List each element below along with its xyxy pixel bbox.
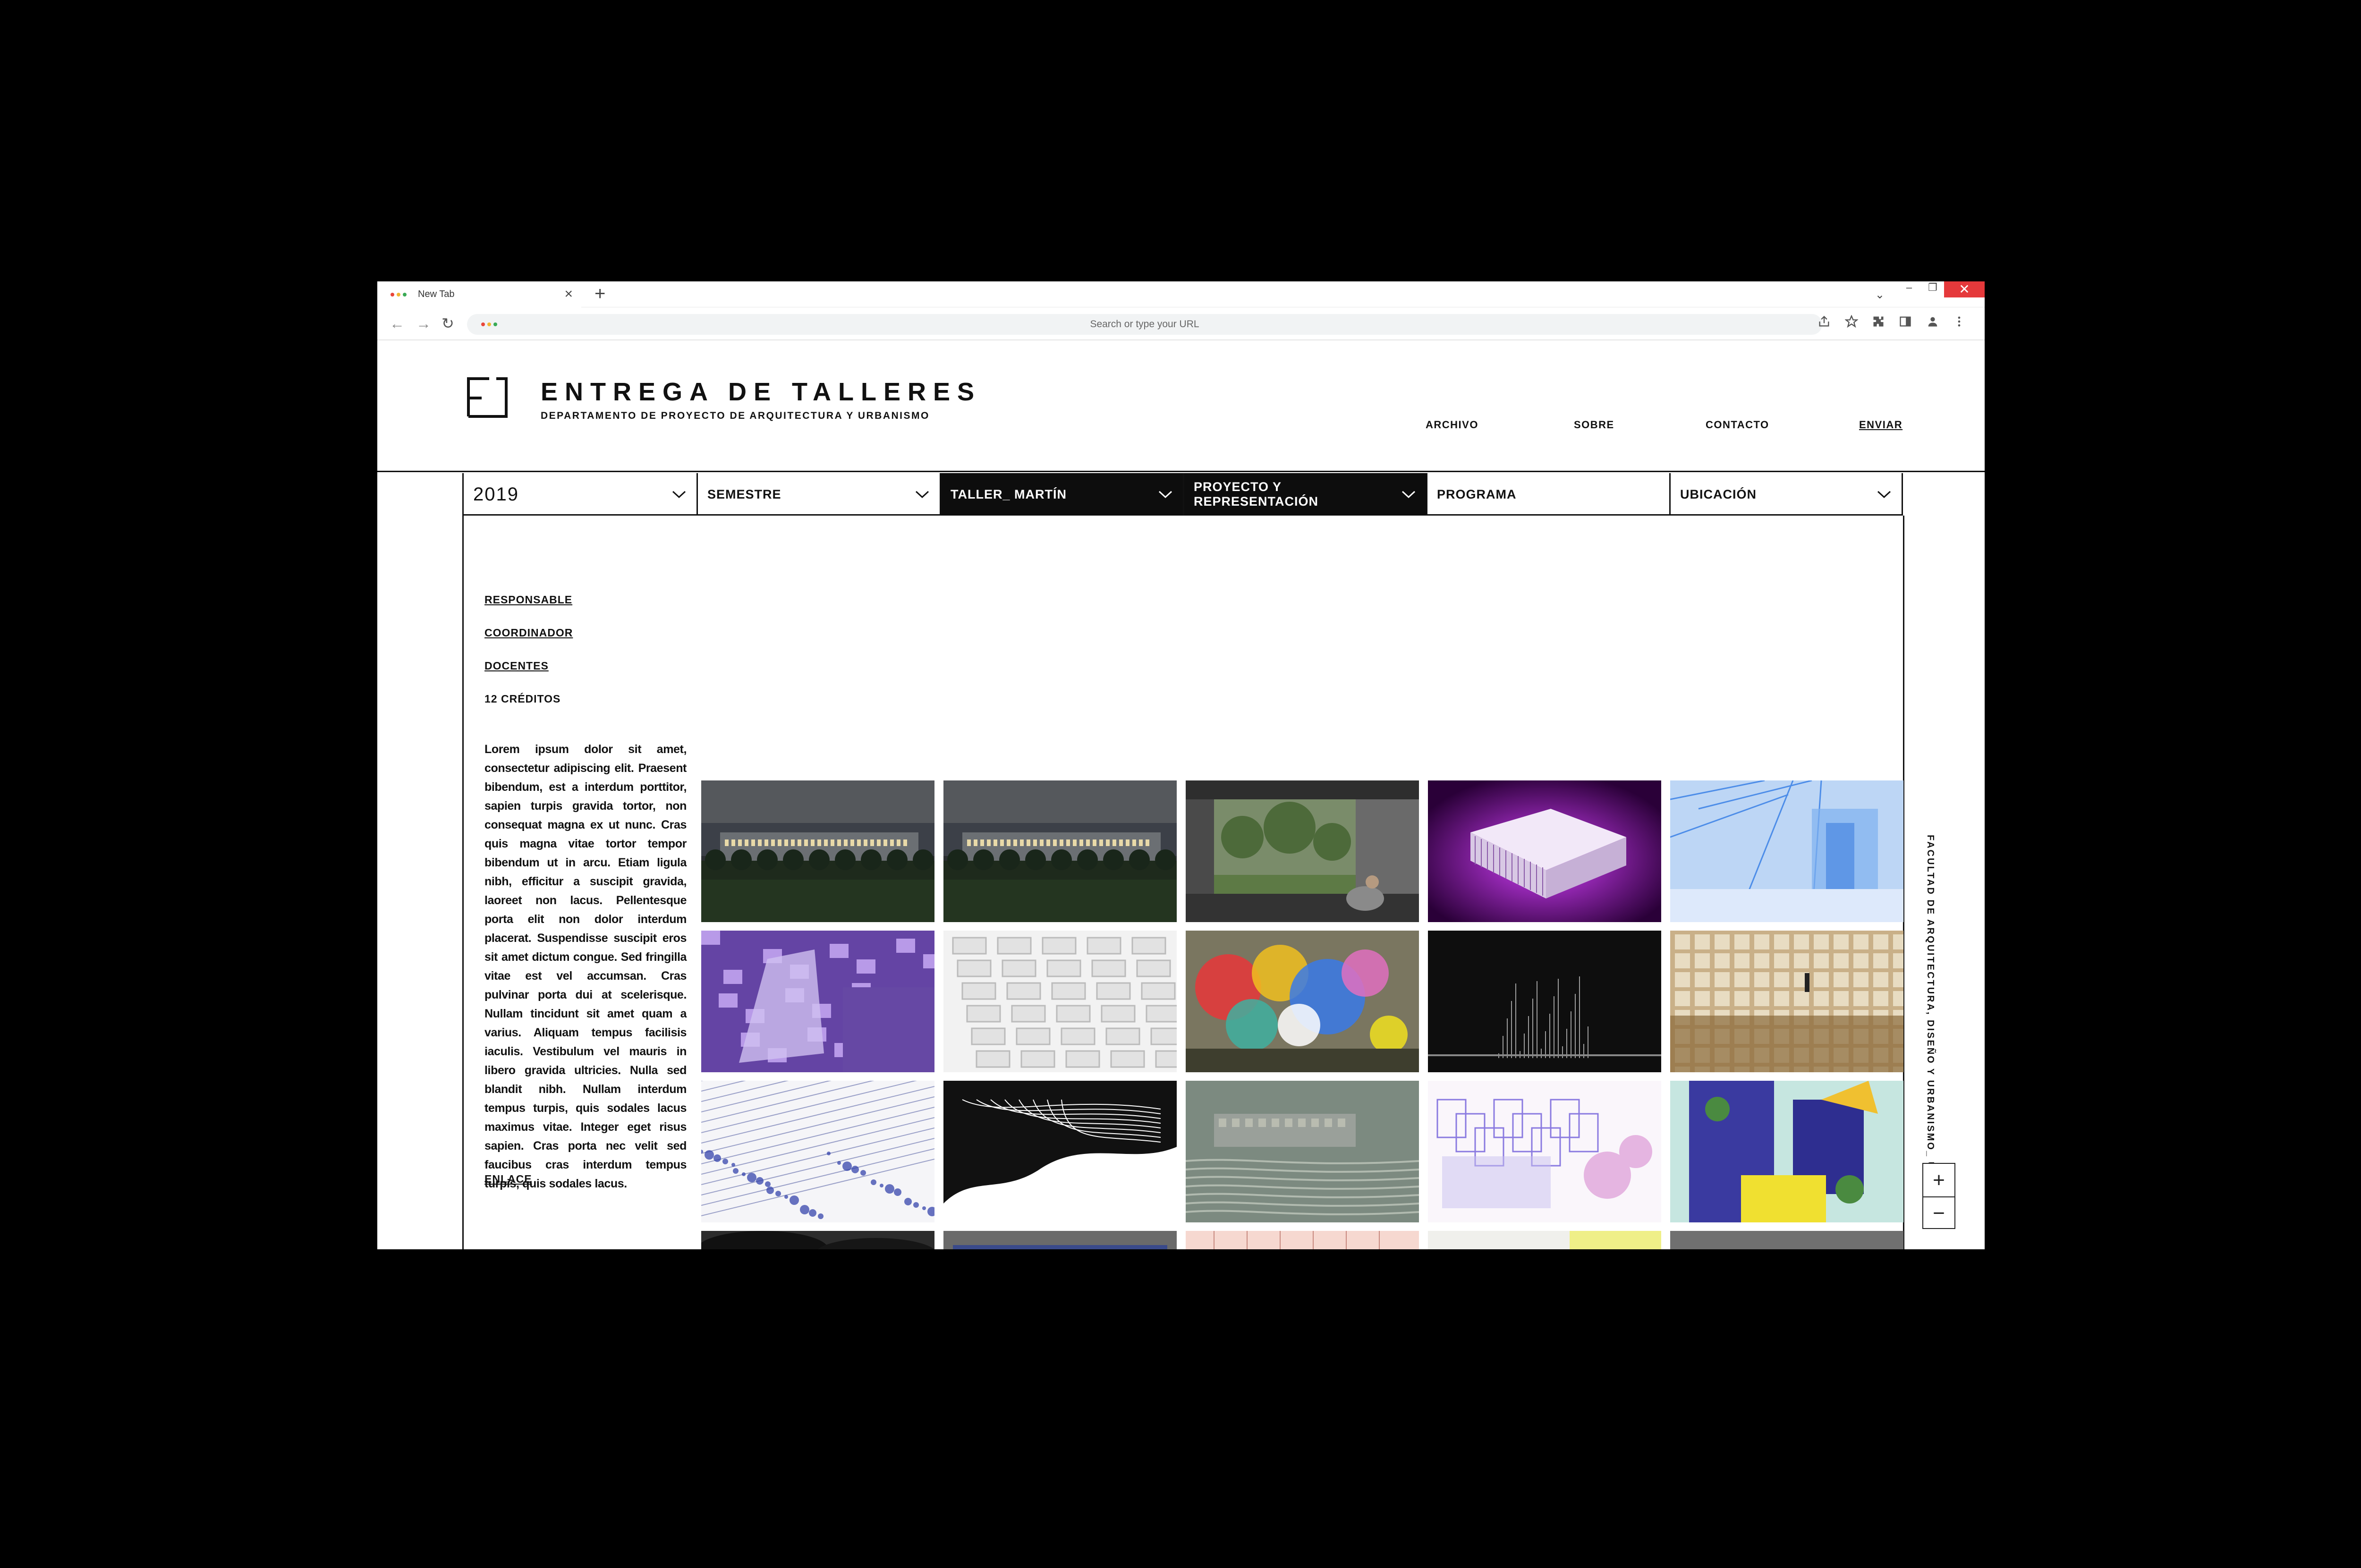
sidebar-icon[interactable]	[1899, 315, 1912, 333]
nav-enviar[interactable]: ENVIAR	[1859, 419, 1902, 431]
project-thumbnail-night-render[interactable]	[943, 780, 1177, 922]
filter-taller-value: TALLER_ MARTÍN	[951, 487, 1067, 501]
tab-search-chevron-icon[interactable]: ⌄	[1875, 288, 1885, 302]
tab-title: New Tab	[418, 289, 455, 299]
star-icon[interactable]	[1844, 314, 1859, 333]
filter-ubicacion[interactable]: UBICACIÓN	[1671, 473, 1902, 516]
project-thumbnail-purple-city[interactable]	[701, 931, 934, 1072]
chevron-down-icon	[1877, 491, 1891, 499]
course-description: Lorem ipsum dolor sit amet, consectetur …	[484, 743, 687, 1190]
chevron-down-icon	[672, 491, 686, 499]
enlace-link[interactable]: ENLACE	[484, 1173, 532, 1186]
profile-icon[interactable]	[1926, 315, 1939, 333]
browser-window: New Tab × + ⌄ – ❐ ✕ ← → ↻ Search or type…	[377, 281, 1985, 1249]
project-thumbnail-blue-plan-drawing[interactable]	[701, 1081, 934, 1222]
chevron-down-icon	[1401, 491, 1416, 499]
filter-year[interactable]: 2019	[464, 473, 698, 516]
forward-arrow-icon[interactable]: →	[416, 314, 431, 333]
project-thumbnail-green-roof-axonometric[interactable]	[1428, 1231, 1661, 1249]
project-thumbnail-grey-model[interactable]	[1670, 1231, 1903, 1249]
project-thumbnail-white-grid-model[interactable]	[943, 931, 1177, 1072]
chevron-down-icon	[1158, 491, 1172, 499]
responsable-link[interactable]: RESPONSABLE	[484, 593, 572, 606]
creditos-label: 12 CRÉDITOS	[484, 693, 561, 705]
project-thumbnail-purple-building[interactable]	[1428, 780, 1661, 922]
project-thumbnail-pink-blue-collage[interactable]	[1428, 1081, 1661, 1222]
site-title: ENTREGA DE TALLERES	[541, 378, 982, 406]
filter-semestre-value: SEMESTRE	[707, 487, 781, 501]
filter-area-value: PROYECTO Y REPRESENTACIÓN	[1194, 480, 1319, 509]
address-bar[interactable]: Search or type your URL	[467, 314, 1822, 335]
filter-programa[interactable]: PROGRAMA	[1427, 473, 1671, 516]
project-thumbnail-pink-drapes[interactable]	[1186, 1231, 1419, 1249]
faculty-vertical-label: FACULTAD DE ARQUITECTURA, DISEÑO Y URBAN…	[1925, 835, 1936, 1210]
filter-semestre[interactable]: SEMESTRE	[698, 473, 941, 516]
zoom-out-button[interactable]: −	[1923, 1196, 1954, 1229]
header-divider	[377, 471, 1985, 472]
nav-archivo[interactable]: ARCHIVO	[1426, 419, 1478, 431]
project-thumbnail-blue-structure[interactable]	[1670, 780, 1903, 922]
project-thumbnail-glass-pavilion[interactable]	[943, 1231, 1177, 1249]
tab-strip: New Tab × + ⌄ – ❐ ✕	[377, 281, 1985, 307]
menu-icon[interactable]	[1953, 315, 1966, 333]
maximize-button[interactable]: ❐	[1923, 281, 1942, 297]
project-thumbnail-black-topography[interactable]	[943, 1081, 1177, 1222]
project-thumbnail-collage-balloons[interactable]	[1186, 931, 1419, 1072]
tab-new-tab[interactable]: New Tab ×	[377, 281, 581, 307]
address-placeholder: Search or type your URL	[1090, 319, 1199, 330]
left-column-rule	[462, 516, 464, 1249]
coordinador-link[interactable]: COORDINADOR	[484, 627, 573, 639]
filter-taller[interactable]: TALLER_ MARTÍN	[941, 473, 1184, 516]
site-subtitle: DEPARTAMENTO DE PROYECTO DE ARQUITECTURA…	[541, 410, 930, 421]
close-window-button[interactable]: ✕	[1944, 281, 1985, 297]
zoom-control: + −	[1922, 1163, 1955, 1229]
reload-icon[interactable]: ↻	[442, 314, 454, 333]
nav-contacto[interactable]: CONTACTO	[1706, 419, 1769, 431]
filter-year-value: 2019	[473, 483, 519, 505]
project-thumbnail-night-render[interactable]	[701, 780, 934, 922]
filter-ubicacion-value: UBICACIÓN	[1680, 487, 1757, 501]
project-thumbnail-yellow-blue-collage[interactable]	[1670, 1081, 1903, 1222]
project-thumbnail-wooden-lattice[interactable]	[1670, 931, 1903, 1072]
filter-area[interactable]: PROYECTO Y REPRESENTACIÓN	[1184, 473, 1427, 516]
browser-toolbar: ← → ↻ Search or type your URL	[377, 307, 1985, 340]
back-arrow-icon[interactable]: ←	[390, 314, 405, 333]
project-thumbnail-dark-field[interactable]	[1428, 931, 1661, 1072]
project-thumbnail-courtyard-render[interactable]	[1186, 780, 1419, 922]
site-logo[interactable]	[467, 377, 508, 418]
new-tab-button[interactable]: +	[594, 284, 605, 303]
zoom-in-button[interactable]: +	[1923, 1164, 1954, 1196]
extensions-icon[interactable]	[1872, 315, 1885, 333]
filter-bar: 2019 SEMESTRE TALLER_ MARTÍN PROYECTO Y …	[462, 473, 1903, 516]
docentes-link[interactable]: DOCENTES	[484, 660, 549, 672]
chevron-down-icon	[915, 491, 929, 499]
tab-close-icon[interactable]: ×	[564, 286, 573, 302]
project-thumbnail-dark-garden[interactable]	[701, 1231, 934, 1249]
nav-sobre[interactable]: SOBRE	[1574, 419, 1614, 431]
tab-favicon-icon	[391, 292, 407, 297]
project-thumbnail-water-reflection[interactable]	[1186, 1081, 1419, 1222]
minimize-button[interactable]: –	[1900, 281, 1919, 297]
filter-programa-value: PROGRAMA	[1437, 487, 1517, 501]
share-icon[interactable]	[1817, 315, 1831, 333]
